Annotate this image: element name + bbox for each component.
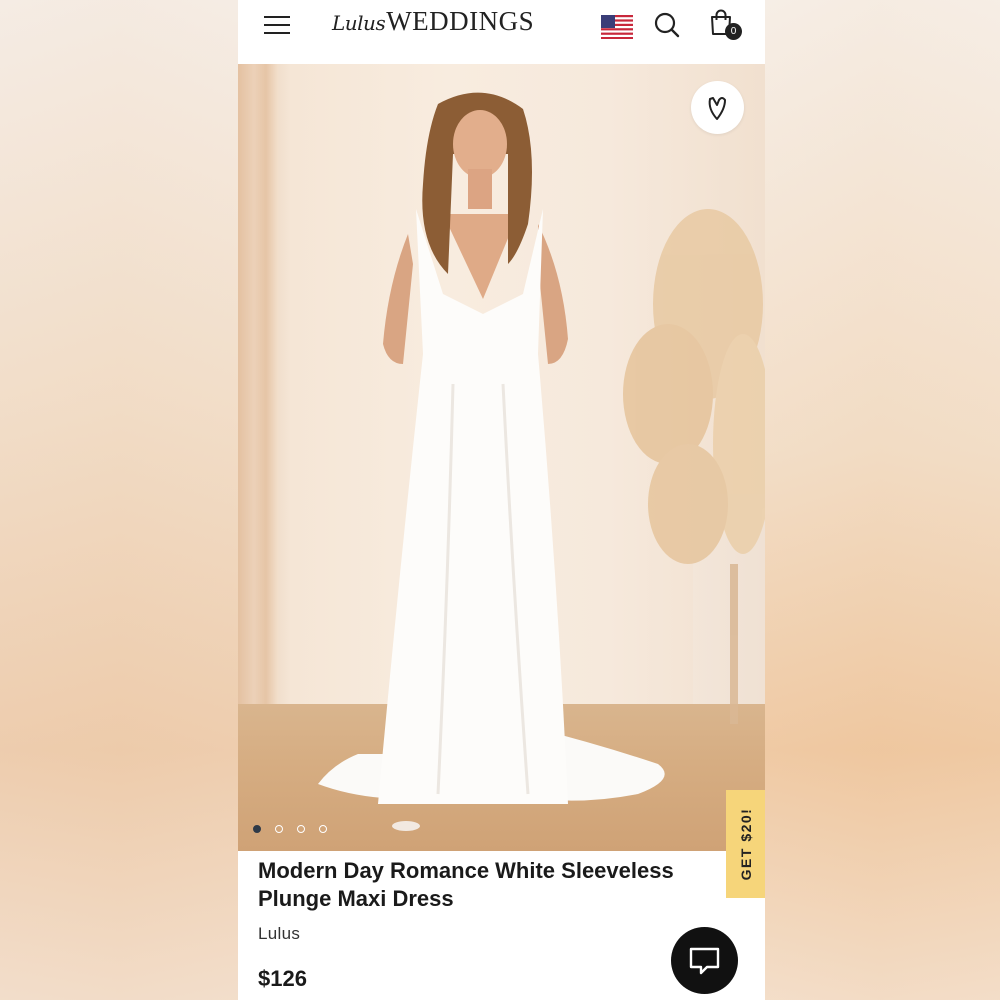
model-illustration <box>318 92 765 831</box>
chat-bubble-icon <box>689 947 720 975</box>
get-20-promo-tab[interactable]: GET $20! <box>726 790 765 898</box>
wishlist-button[interactable] <box>691 81 744 134</box>
site-logo[interactable]: Lulus WEDDINGS <box>332 6 534 40</box>
product-title: Modern Day Romance White Sleeveless Plun… <box>258 858 674 911</box>
logo-main-text: WEDDINGS <box>386 6 535 36</box>
heart-v-icon <box>708 97 726 120</box>
us-flag-icon[interactable] <box>601 15 633 39</box>
carousel-dot[interactable] <box>319 825 327 833</box>
chat-button[interactable] <box>671 927 738 994</box>
promo-label: GET $20! <box>737 807 754 881</box>
carousel-dot[interactable] <box>275 825 283 833</box>
shopping-bag-icon[interactable]: 0 <box>708 8 744 42</box>
background-right <box>764 0 1000 1000</box>
carousel-dot[interactable] <box>253 825 261 833</box>
background-left <box>0 0 238 1000</box>
carousel-indicators <box>253 825 327 837</box>
menu-icon[interactable] <box>264 14 290 34</box>
mobile-page: Lulus WEDDINGS 0 GET $20! Modern Day Rom… <box>238 0 765 1000</box>
carousel-dot[interactable] <box>297 825 305 833</box>
product-price: $126 <box>258 966 307 991</box>
search-icon[interactable] <box>653 11 681 39</box>
product-image[interactable] <box>238 64 765 851</box>
product-brand[interactable]: Lulus <box>258 924 300 944</box>
cart-count-badge: 0 <box>725 23 742 40</box>
logo-script-text: Lulus <box>332 11 386 35</box>
site-header: Lulus WEDDINGS 0 <box>238 0 765 64</box>
